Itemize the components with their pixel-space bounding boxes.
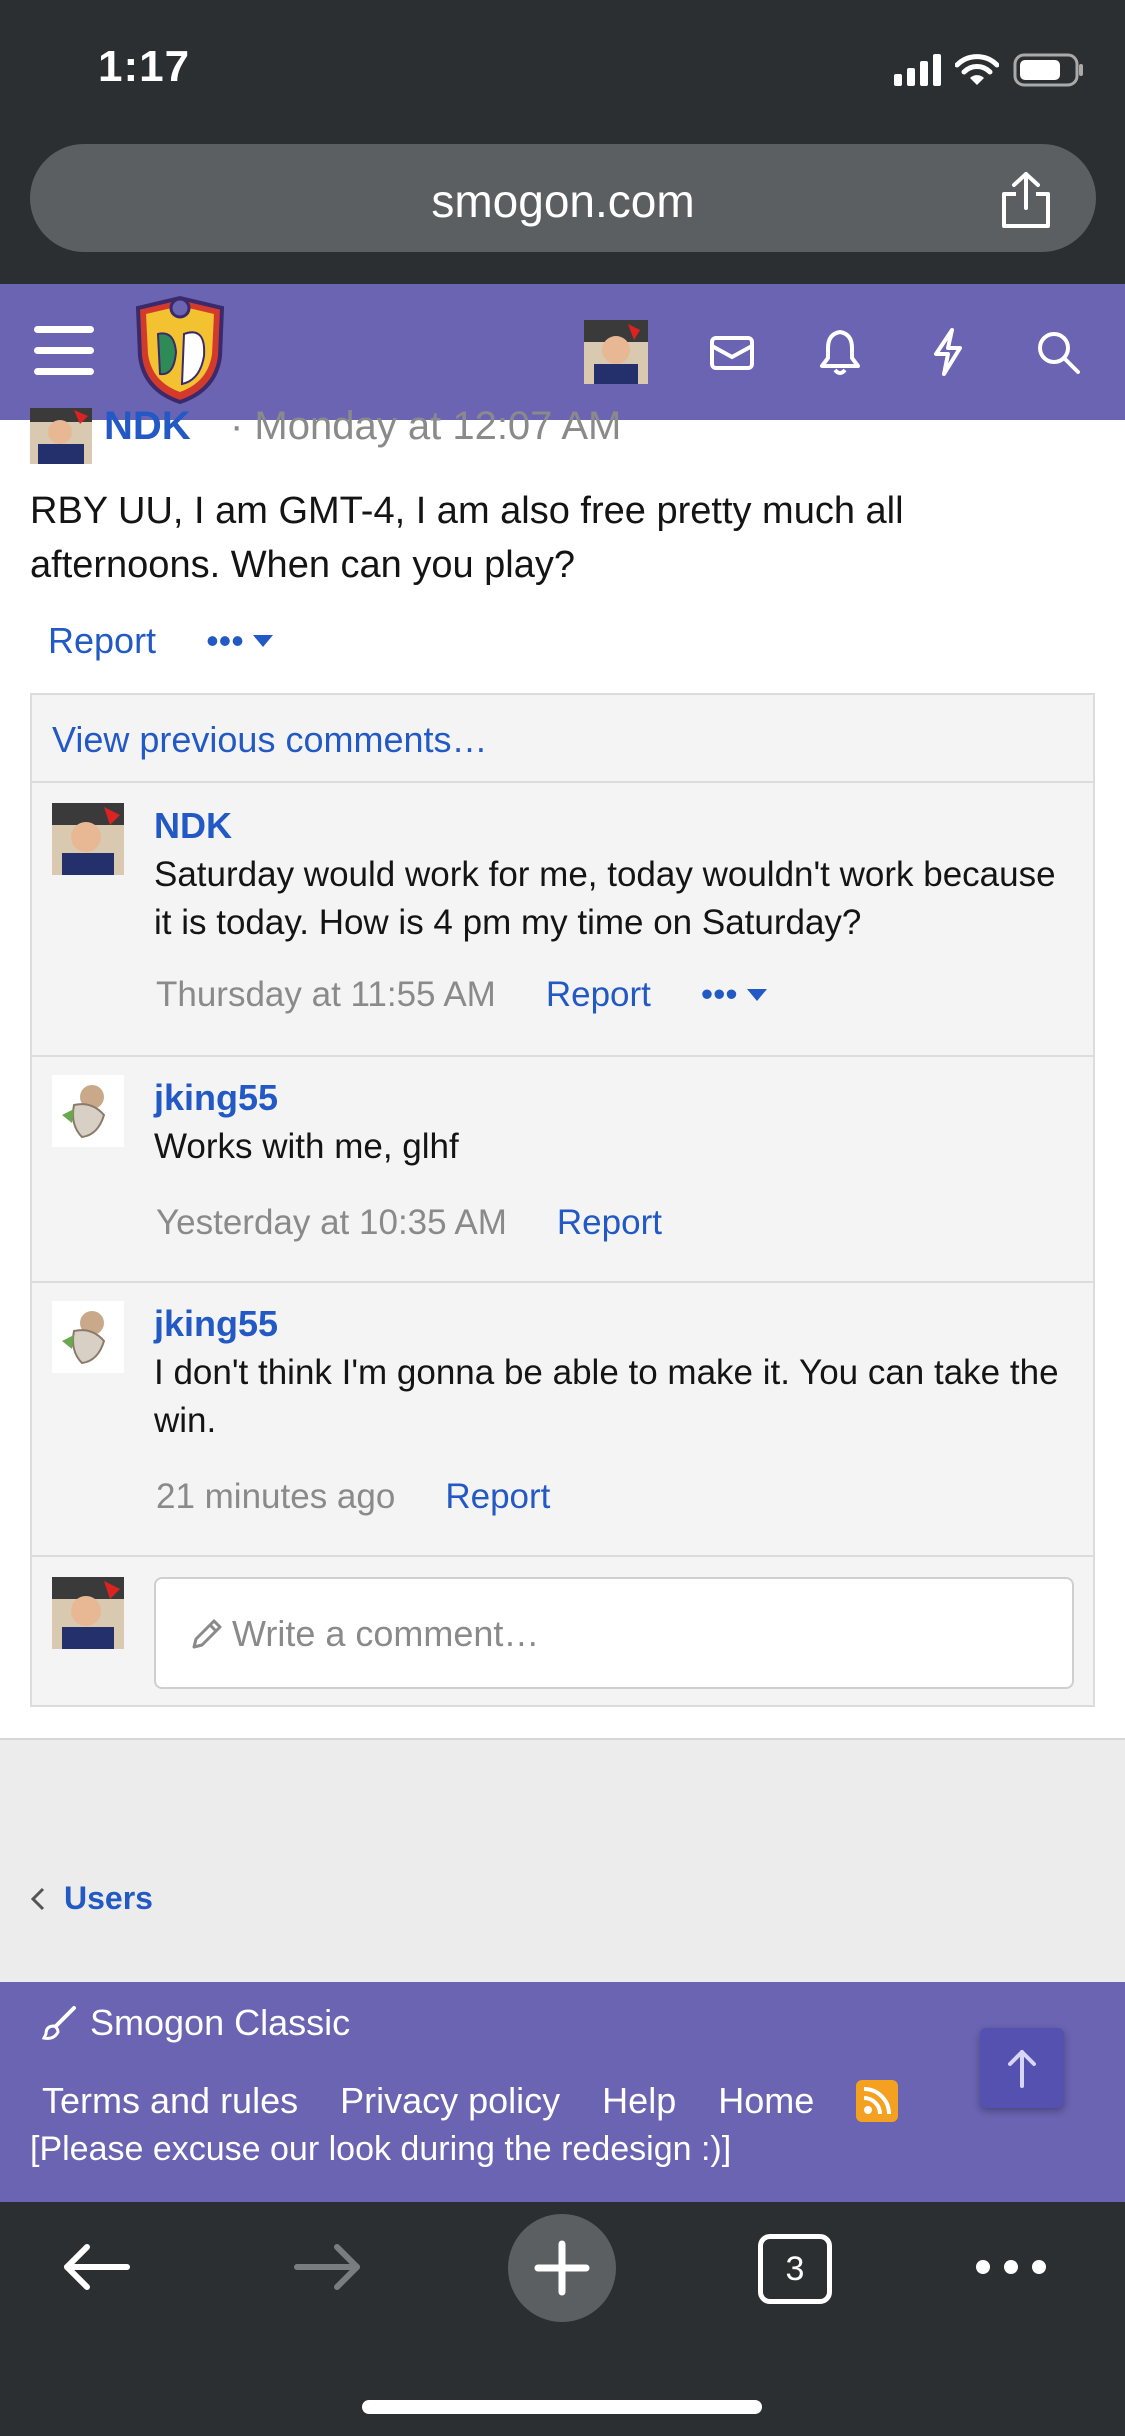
post-body: RBY UU, I am GMT-4, I am also free prett… — [30, 490, 904, 586]
post-author-avatar[interactable] — [30, 408, 92, 464]
comment-text: I don't think I'm gonna be able to make … — [154, 1353, 1059, 1440]
current-user-avatar — [52, 1577, 124, 1649]
caret-down-icon — [746, 989, 767, 1001]
comment-author[interactable]: jking55 — [154, 1077, 278, 1119]
view-previous-comments-link[interactable]: View previous comments… — [32, 695, 1093, 783]
more-dots: ••• — [700, 975, 738, 1014]
bell-icon[interactable] — [812, 324, 868, 380]
new-tab-button[interactable] — [508, 2214, 616, 2322]
back-button[interactable] — [50, 2202, 140, 2332]
write-comment-row: Write a comment… — [32, 1557, 1093, 1707]
browser-address-bar: smogon.com — [0, 140, 1125, 284]
comment-meta: 21 minutes ago Report — [156, 1477, 550, 1517]
url-field[interactable]: smogon.com — [30, 144, 1096, 252]
bolt-icon[interactable] — [920, 324, 976, 380]
post-date[interactable]: · Monday at 12:07 AM — [230, 408, 621, 449]
comment-meta: Thursday at 11:55 AM Report ••• — [156, 975, 768, 1015]
style-chooser[interactable]: Smogon Classic — [40, 2002, 350, 2044]
wifi-icon — [955, 54, 999, 85]
more-dots: ••• — [206, 620, 244, 661]
comment-author-avatar[interactable] — [52, 803, 124, 875]
caret-down-icon — [252, 635, 273, 647]
tabs-button[interactable]: 3 — [758, 2234, 832, 2304]
comment-item: jking55 Works with me, glhf Yesterday at… — [32, 1057, 1093, 1283]
site-header — [0, 284, 1125, 420]
forward-button[interactable] — [284, 2202, 374, 2332]
site-footer: Smogon Classic Terms and rules Privacy p… — [0, 1982, 1125, 2202]
chevron-left-icon — [30, 1887, 45, 1910]
comment-text: Works with me, glhf — [154, 1127, 459, 1166]
comment-time[interactable]: Thursday at 11:55 AM — [156, 975, 496, 1015]
share-icon[interactable] — [998, 170, 1054, 230]
status-bar: 1:17 — [0, 0, 1125, 140]
comment-time[interactable]: 21 minutes ago — [156, 1477, 395, 1517]
plus-icon — [534, 2240, 590, 2296]
arrow-right-icon — [294, 2244, 360, 2290]
hamburger-menu-icon[interactable] — [34, 326, 94, 376]
breadcrumb[interactable]: Users — [30, 1880, 153, 1917]
url-text: smogon.com — [431, 175, 695, 227]
status-icons — [894, 50, 1085, 90]
comment-text: Saturday would work for me, today wouldn… — [154, 855, 1056, 942]
comment-author[interactable]: jking55 — [154, 1303, 278, 1345]
paintbrush-icon — [41, 2006, 76, 2040]
arrow-left-icon — [64, 2244, 130, 2290]
comment-report-link[interactable]: Report — [557, 1203, 662, 1243]
style-name: Smogon Classic — [90, 2002, 351, 2043]
pencil-icon — [192, 1619, 222, 1649]
comment-more-menu[interactable]: ••• — [701, 975, 768, 1015]
write-comment-input[interactable]: Write a comment… — [154, 1577, 1074, 1689]
page-bottom-area: Users — [0, 1738, 1125, 1982]
back-to-top-button[interactable] — [980, 2028, 1064, 2108]
post-header: NDK · Monday at 12:07 AM — [30, 408, 1030, 464]
footer-note: [Please excuse our look during the redes… — [30, 2130, 732, 2168]
home-link[interactable]: Home — [718, 2080, 814, 2122]
cellular-signal-icon — [894, 54, 941, 86]
terms-link[interactable]: Terms and rules — [42, 2080, 298, 2122]
rss-icon[interactable] — [856, 2080, 899, 2122]
comment-item: NDK Saturday would work for me, today wo… — [32, 783, 1093, 1057]
privacy-link[interactable]: Privacy policy — [340, 2080, 560, 2122]
write-comment-placeholder: Write a comment… — [232, 1613, 540, 1654]
site-logo[interactable] — [130, 294, 230, 406]
comment-item: jking55 I don't think I'm gonna be able … — [32, 1283, 1093, 1557]
more-menu-button[interactable] — [966, 2202, 1056, 2332]
ellipsis-icon — [976, 2260, 1046, 2274]
more-options-menu[interactable]: ••• — [206, 620, 274, 662]
breadcrumb-users[interactable]: Users — [64, 1880, 153, 1917]
comment-author-avatar[interactable] — [52, 1301, 124, 1373]
comment-time[interactable]: Yesterday at 10:35 AM — [156, 1203, 507, 1243]
battery-icon — [1013, 53, 1083, 87]
post-author[interactable]: NDK — [104, 408, 191, 449]
arrow-up-icon — [1008, 2050, 1036, 2088]
home-indicator[interactable] — [362, 2400, 762, 2414]
help-link[interactable]: Help — [602, 2080, 676, 2122]
comment-meta: Yesterday at 10:35 AM Report — [156, 1203, 662, 1243]
comments-section: View previous comments… NDK Saturday wou… — [30, 693, 1095, 1707]
comment-report-link[interactable]: Report — [445, 1477, 550, 1517]
browser-toolbar: 3 — [0, 2202, 1125, 2436]
comment-author-avatar[interactable] — [52, 1075, 124, 1147]
post-actions: Report ••• — [48, 620, 274, 662]
comment-author[interactable]: NDK — [154, 805, 232, 847]
status-time: 1:17 — [98, 42, 191, 91]
footer-links: Terms and rules Privacy policy Help Home — [42, 2080, 899, 2122]
search-icon[interactable] — [1030, 324, 1086, 380]
user-avatar[interactable] — [584, 320, 648, 384]
report-link[interactable]: Report — [48, 620, 156, 662]
comment-report-link[interactable]: Report — [546, 975, 651, 1015]
mail-icon[interactable] — [704, 324, 760, 380]
